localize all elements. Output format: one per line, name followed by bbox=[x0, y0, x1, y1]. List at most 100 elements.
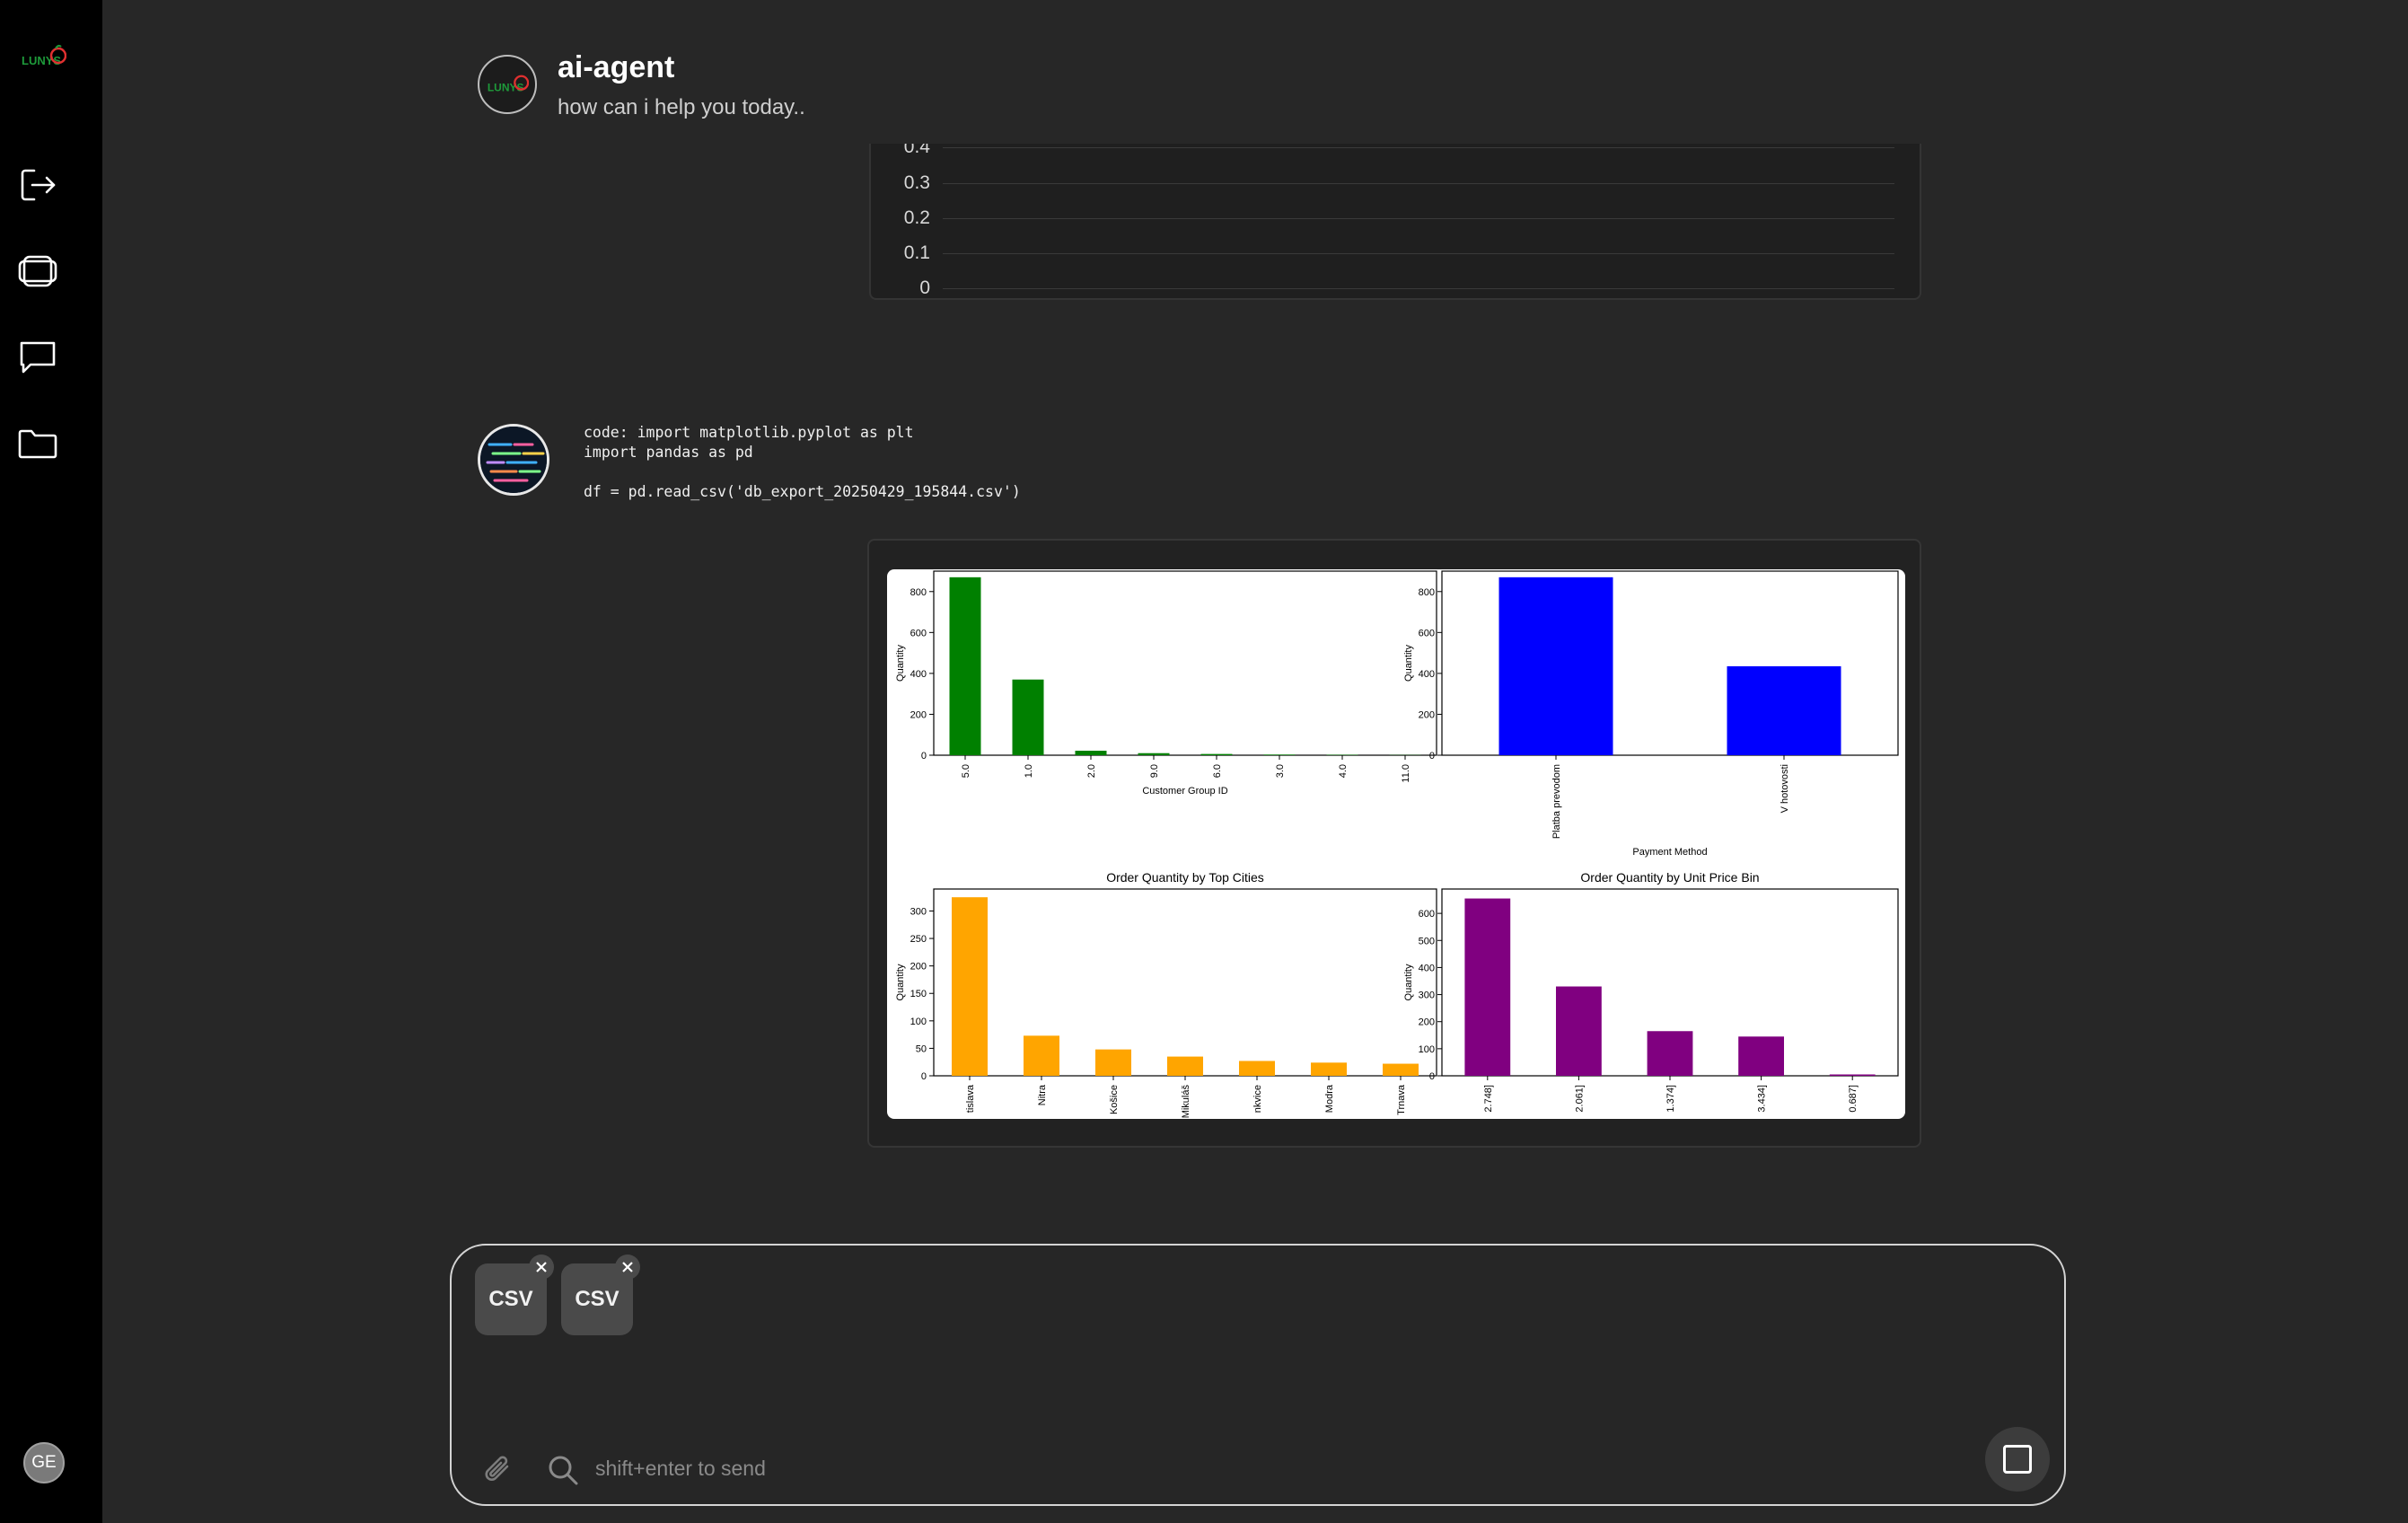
chart-figure: 0 200 400 600 800 5.0 1.0 2.0 9.0 6.0 3.0 4.0 11.0 Qu… bbox=[887, 569, 1905, 1119]
search-icon[interactable] bbox=[547, 1454, 579, 1486]
x-tick-label: 2.0 bbox=[1086, 764, 1097, 778]
y-tick-label: 200 bbox=[1419, 1017, 1435, 1028]
remove-attachment-button[interactable] bbox=[529, 1254, 554, 1280]
x-tick-label: Platba prevodom bbox=[1551, 764, 1562, 839]
y-tick-label: 0 bbox=[1429, 1071, 1435, 1082]
chart-svg: 0 200 400 600 800 5.0 1.0 2.0 9.0 6.0 3.0 4.0 11.0 Qu… bbox=[895, 570, 1899, 1118]
y-tick-label: 0.4 bbox=[903, 144, 930, 157]
x-tick-label: 11.0 bbox=[1401, 764, 1411, 783]
x-tick-label: 1.0 bbox=[1024, 764, 1034, 778]
bar bbox=[1464, 898, 1511, 1076]
stop-icon bbox=[2003, 1445, 2032, 1474]
chat-scroll-area[interactable]: 0.4 0.3 0.2 0.1 0 code: import matplotli… bbox=[102, 144, 2408, 1239]
y-tick-label: 200 bbox=[1419, 709, 1435, 720]
x-tick-label: V hotovosti bbox=[1780, 764, 1790, 813]
y-tick-label: 0 bbox=[919, 277, 930, 298]
plot-frame bbox=[933, 888, 1437, 1077]
bar bbox=[1138, 753, 1170, 755]
x-tick-label: 5.0 bbox=[961, 764, 971, 778]
remove-attachment-button[interactable] bbox=[615, 1254, 640, 1280]
code-line: import pandas as pd bbox=[584, 444, 753, 461]
x-axis-label: Payment Method bbox=[1632, 847, 1707, 858]
message-input[interactable] bbox=[595, 1448, 1942, 1488]
y-tick-label: 200 bbox=[910, 962, 927, 973]
app-subtitle: how can i help you today.. bbox=[558, 95, 805, 119]
y-tick-label: 100 bbox=[910, 1017, 927, 1027]
y-tick-label: 300 bbox=[910, 906, 927, 917]
x-tick-label: 4.0 bbox=[1338, 764, 1349, 778]
code-message: code: import matplotlib.pyplot as plt imp… bbox=[584, 423, 1021, 502]
x-tick-label: Nitra bbox=[1037, 1084, 1048, 1105]
y-tick-label: 250 bbox=[910, 934, 927, 945]
x-tick-label: 6.0 bbox=[1212, 764, 1223, 778]
bar bbox=[1727, 665, 1841, 755]
x-tick-label: 0.687] bbox=[1848, 1085, 1859, 1113]
svg-text:LUNYS: LUNYS bbox=[22, 54, 61, 67]
y-tick-label: 800 bbox=[910, 587, 927, 598]
sidebar: LUNYS GE bbox=[0, 0, 102, 1523]
y-axis-label: Quantity bbox=[1403, 964, 1414, 1000]
x-tick-label: 2.748] bbox=[1483, 1085, 1494, 1113]
bar bbox=[1263, 754, 1296, 755]
x-axis-label: Customer Group ID bbox=[1142, 786, 1227, 797]
y-tick-label: 400 bbox=[1419, 669, 1435, 680]
grid-line bbox=[943, 253, 1894, 254]
bar bbox=[1200, 753, 1233, 755]
plot-frame bbox=[933, 570, 1437, 756]
logout-icon[interactable] bbox=[16, 163, 59, 207]
paperclip-icon[interactable] bbox=[480, 1452, 516, 1488]
attachment-chip[interactable]: CSV bbox=[475, 1254, 554, 1335]
attachment-label: CSV bbox=[575, 1287, 620, 1311]
bar bbox=[1498, 577, 1613, 755]
svg-text:LUNYS: LUNYS bbox=[488, 81, 524, 93]
bar bbox=[1167, 1056, 1203, 1076]
layers-icon[interactable] bbox=[16, 250, 59, 293]
y-tick-label: 100 bbox=[1419, 1044, 1435, 1055]
grid-line bbox=[943, 218, 1894, 219]
y-tick-label: 0.3 bbox=[903, 172, 930, 193]
agent-avatar: LUNYS bbox=[478, 55, 537, 114]
bar bbox=[1024, 1035, 1059, 1076]
folder-icon[interactable] bbox=[16, 422, 59, 465]
y-tick-label: 200 bbox=[910, 709, 927, 720]
app-title: ai-agent bbox=[558, 50, 675, 84]
attachment-chip[interactable]: CSV bbox=[561, 1254, 640, 1335]
chart-card: 0 200 400 600 800 5.0 1.0 2.0 9.0 6.0 3.0 4.0 11.0 Qu… bbox=[867, 539, 1921, 1148]
y-tick-label: 0.2 bbox=[903, 207, 930, 228]
bot-avatar bbox=[478, 424, 549, 496]
bar bbox=[1012, 679, 1044, 755]
close-icon bbox=[622, 1262, 633, 1272]
y-tick-label: 500 bbox=[1419, 936, 1435, 946]
y-tick-label: 300 bbox=[1419, 990, 1435, 1001]
stop-button[interactable] bbox=[1985, 1427, 2050, 1492]
brand-logo[interactable]: LUNYS bbox=[20, 43, 67, 72]
bar bbox=[952, 897, 988, 1076]
x-tick-label: 3.434] bbox=[1757, 1085, 1768, 1113]
chat-icon[interactable] bbox=[16, 336, 59, 379]
bar bbox=[1095, 1049, 1131, 1076]
grid-line bbox=[943, 183, 1894, 184]
x-tick-label: Modra bbox=[1324, 1084, 1335, 1113]
close-icon bbox=[536, 1262, 547, 1272]
y-tick-label: 50 bbox=[916, 1043, 927, 1054]
chart-title: Order Quantity by Top Cities bbox=[1106, 870, 1264, 885]
y-tick-label: 0 bbox=[1429, 751, 1435, 762]
user-avatar[interactable]: GE bbox=[23, 1442, 65, 1483]
y-axis-label: Quantity bbox=[895, 645, 906, 682]
y-axis-label: Quantity bbox=[895, 964, 906, 1000]
bar bbox=[1829, 1074, 1876, 1076]
bar bbox=[1311, 1062, 1347, 1076]
previous-chart-card: 0.4 0.3 0.2 0.1 0 bbox=[869, 144, 1921, 300]
x-tick-label: nkvice bbox=[1252, 1085, 1263, 1113]
bar bbox=[1383, 1063, 1419, 1076]
bar bbox=[1738, 1036, 1784, 1076]
y-tick-label: 150 bbox=[910, 989, 927, 999]
y-axis-label: Quantity bbox=[1403, 645, 1414, 682]
bar bbox=[1075, 750, 1107, 755]
y-tick-label: 600 bbox=[1419, 628, 1435, 638]
y-tick-label: 0.1 bbox=[903, 242, 930, 263]
bar bbox=[1647, 1031, 1693, 1076]
code-line: df = pd.read_csv('db_export_20250429_195… bbox=[584, 483, 1021, 500]
y-tick-label: 400 bbox=[910, 669, 927, 680]
